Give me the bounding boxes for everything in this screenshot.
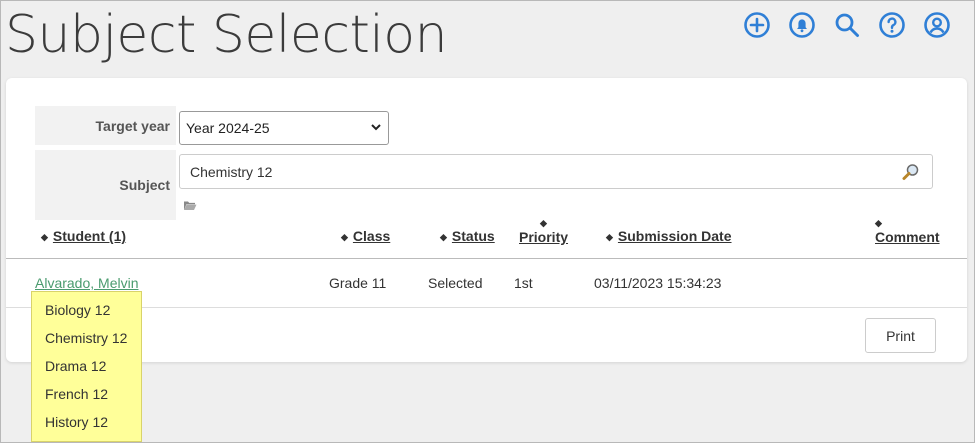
print-button[interactable]: Print <box>865 318 936 353</box>
sort-icon: ◆ <box>875 218 882 228</box>
search-icon[interactable] <box>832 10 862 40</box>
sort-icon: ◆ <box>540 218 547 228</box>
subject-label: Subject <box>35 150 176 220</box>
cell-class: Grade 11 <box>329 275 387 291</box>
header-toolbar <box>742 10 952 40</box>
sort-icon: ◆ <box>440 232 447 242</box>
column-header-submission-date[interactable]: ◆ Submission Date <box>606 228 732 244</box>
tooltip-item: Biology 12 <box>45 302 111 318</box>
sort-icon: ◆ <box>41 232 48 242</box>
subject-row: Subject <box>35 150 176 220</box>
magnifier-icon[interactable] <box>902 163 920 181</box>
table-footer-divider <box>6 307 967 308</box>
main-card: Target year Year 2024-25 Subject Chemist… <box>6 78 967 362</box>
add-circle-icon[interactable] <box>742 10 772 40</box>
cell-priority: 1st <box>514 275 533 291</box>
column-header-priority[interactable]: ◆ Priority <box>519 218 568 245</box>
target-year-row: Target year <box>35 106 176 145</box>
column-header-status[interactable]: ◆ Status <box>440 228 495 244</box>
column-header-student[interactable]: ◆ Student (1) <box>41 228 126 244</box>
page-title: Subject Selection <box>5 5 448 65</box>
subject-value: Chemistry 12 <box>190 163 273 180</box>
cell-submission-date: 03/11/2023 15:34:23 <box>594 275 722 291</box>
tooltip-item: French 12 <box>45 386 109 402</box>
subject-input[interactable]: Chemistry 12 <box>179 154 933 189</box>
tooltip-item: Chemistry 12 <box>45 330 128 346</box>
column-header-class[interactable]: ◆ Class <box>341 228 390 244</box>
bell-icon[interactable] <box>787 10 817 40</box>
student-link[interactable]: Alvarado, Melvin <box>35 275 139 291</box>
sort-icon: ◆ <box>341 232 348 242</box>
chevron-down-icon <box>371 124 381 131</box>
tooltip-item: History 12 <box>45 414 109 430</box>
tooltip-item: Drama 12 <box>45 358 107 374</box>
subject-choices-tooltip: Biology 12 Chemistry 12 Drama 12 French … <box>31 291 142 442</box>
folder-icon[interactable] <box>183 200 197 211</box>
table-header-divider <box>6 258 967 259</box>
account-icon[interactable] <box>922 10 952 40</box>
target-year-select[interactable]: Year 2024-25 <box>179 111 389 145</box>
cell-status: Selected <box>428 275 483 291</box>
sort-icon: ◆ <box>606 232 613 242</box>
target-year-value: Year 2024-25 <box>186 120 270 136</box>
column-header-comment[interactable]: ◆ Comment <box>875 218 940 245</box>
help-icon[interactable] <box>877 10 907 40</box>
target-year-label: Target year <box>35 106 176 145</box>
